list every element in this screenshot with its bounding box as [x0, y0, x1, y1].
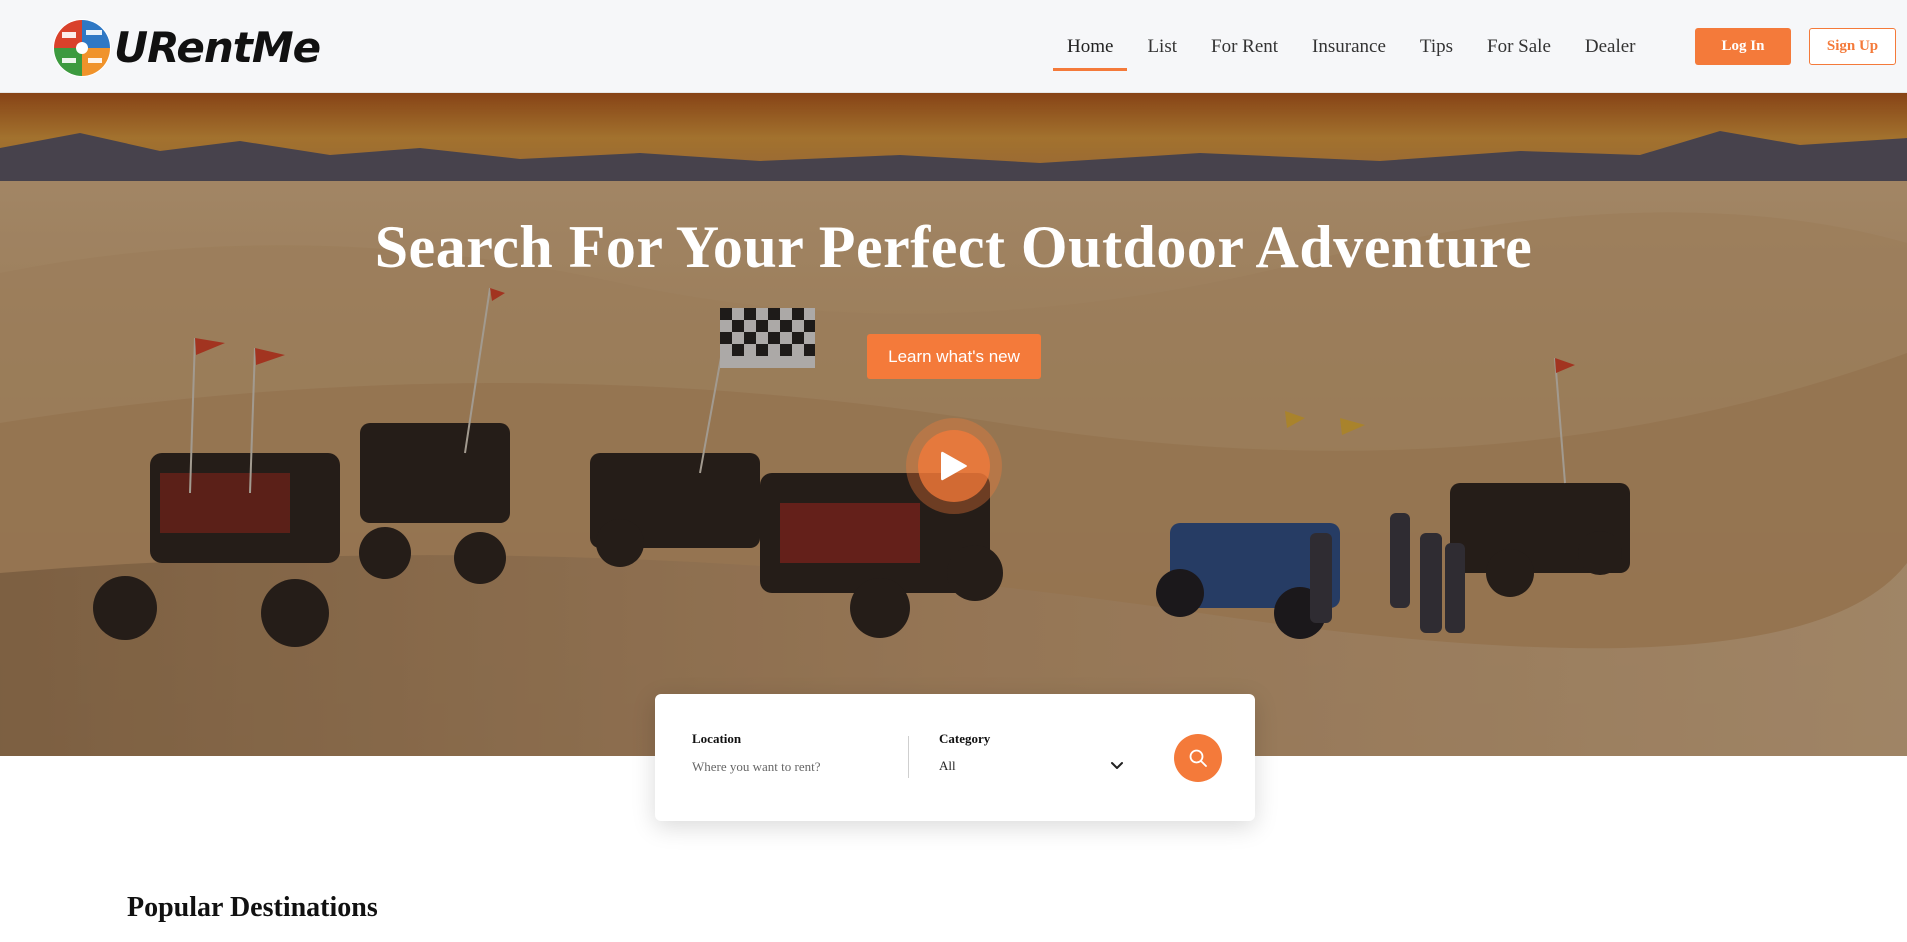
- hero-title: Search For Your Perfect Outdoor Adventur…: [374, 214, 1533, 280]
- nav-item-for-sale[interactable]: For Sale: [1487, 0, 1551, 93]
- search-button[interactable]: [1174, 734, 1222, 782]
- brand-name: URentMe: [114, 23, 321, 72]
- category-value: All: [939, 758, 956, 773]
- nav-item-tips[interactable]: Tips: [1420, 0, 1453, 93]
- main-nav: Home List For Rent Insurance Tips For Sa…: [1052, 0, 1670, 93]
- category-select[interactable]: All: [939, 754, 1124, 778]
- nav-item-home[interactable]: Home: [1052, 0, 1129, 93]
- login-button[interactable]: Log In: [1695, 28, 1791, 65]
- nav-item-insurance[interactable]: Insurance: [1312, 0, 1386, 93]
- play-button-inner: [918, 430, 990, 502]
- search-divider: [908, 736, 909, 778]
- category-label: Category: [939, 731, 991, 746]
- signup-button[interactable]: Sign Up: [1809, 28, 1896, 65]
- search-panel: Location Category All: [655, 694, 1255, 821]
- location-input[interactable]: [692, 756, 892, 778]
- nav-item-for-rent[interactable]: For Rent: [1211, 0, 1278, 93]
- nav-item-dealer[interactable]: Dealer: [1585, 0, 1636, 93]
- play-icon: [941, 451, 967, 481]
- chevron-down-icon: [1111, 762, 1123, 769]
- location-label: Location: [692, 731, 742, 746]
- hero-banner: Search For Your Perfect Outdoor Adventur…: [0, 93, 1907, 756]
- play-video-button[interactable]: [906, 418, 1002, 514]
- popular-destinations-title: Popular Destinations: [127, 892, 378, 923]
- logo-wheel-icon: [53, 19, 111, 77]
- search-icon: [1189, 749, 1207, 767]
- learn-whats-new-button[interactable]: Learn what's new: [867, 334, 1041, 379]
- brand-logo[interactable]: URentMe: [52, 18, 321, 78]
- site-header: URentMe Home List For Rent Insurance Tip…: [0, 0, 1907, 93]
- nav-item-list[interactable]: List: [1147, 0, 1177, 93]
